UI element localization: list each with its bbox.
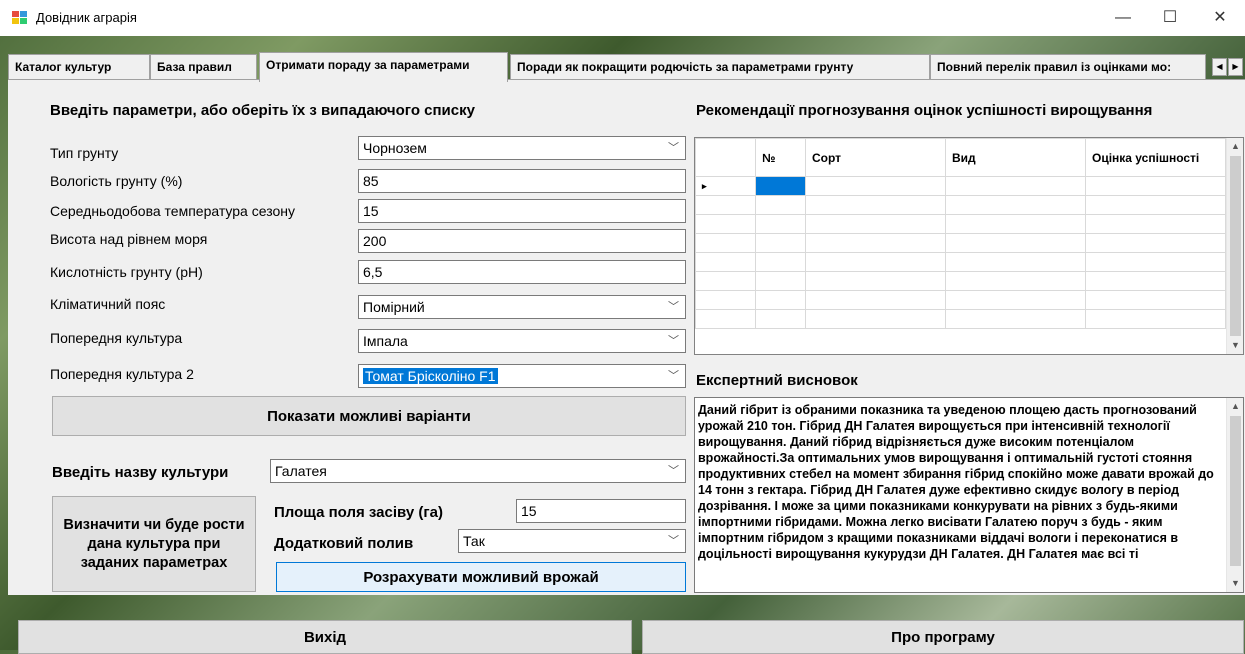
table-row[interactable] (695, 290, 1226, 310)
tab-get-advice[interactable]: Отримати пораду за параметрами (259, 52, 508, 82)
irrigation-select[interactable]: Так ﹀ (458, 529, 686, 553)
chevron-down-icon: ﹀ (668, 370, 679, 382)
table-row[interactable] (695, 271, 1226, 291)
previous-crop-label: Попередня культура (50, 330, 183, 346)
soil-type-select[interactable]: Чорнозем ﹀ (358, 136, 686, 160)
soil-type-label: Тип грунту (50, 145, 119, 161)
expert-conclusion-heading: Експертний висновок (696, 372, 858, 389)
tab-fertility-advice[interactable]: Поради як покращити родючість за парамет… (510, 54, 930, 80)
irrigation-label: Додатковий полив (274, 535, 414, 552)
grid-header-row: № Сорт Вид Оцінка успішності (695, 138, 1226, 177)
chevron-down-icon: ﹀ (668, 535, 679, 547)
culture-name-label: Введіть назву культури (52, 464, 229, 481)
tab-catalog[interactable]: Каталог культур (8, 54, 150, 80)
recommendations-grid[interactable]: № Сорт Вид Оцінка успішності ▸ ▲ ▼ (694, 137, 1244, 355)
column-header-number[interactable]: № (755, 138, 806, 177)
soil-moisture-input[interactable]: 85 (358, 169, 686, 193)
culture-name-select[interactable]: Галатея ﹀ (270, 459, 686, 483)
close-button[interactable]: ✕ (1200, 6, 1240, 30)
app-icon (12, 11, 28, 25)
table-row[interactable] (695, 309, 1226, 329)
about-button[interactable]: Про програму (642, 620, 1244, 654)
conclusion-scrollbar[interactable]: ▲ ▼ (1226, 398, 1243, 592)
previous-crop-2-select[interactable]: Томат Брісколіно F1 ﹀ (358, 364, 686, 388)
tab-scroll-left-icon[interactable]: ◀ (1212, 58, 1227, 76)
climate-zone-label: Кліматичний пояс (50, 296, 166, 312)
altitude-label: Висота над рівнем моря (50, 231, 208, 247)
grid-scrollbar[interactable]: ▲ ▼ (1226, 138, 1243, 354)
scroll-down-icon[interactable]: ▼ (1227, 575, 1243, 592)
recommendations-heading: Рекомендації прогнозування оцінок успішн… (696, 102, 1153, 119)
exit-button[interactable]: Вихід (18, 620, 632, 654)
avg-temperature-label: Середньодобова температура сезону (50, 203, 295, 219)
tab-full-rules[interactable]: Повний перелік правил із оцінками мо: (930, 54, 1206, 80)
calculate-yield-button[interactable]: Розрахувати можливий врожай (276, 562, 686, 592)
minimize-button[interactable]: — (1103, 6, 1143, 30)
tab-strip: Каталог культур База правил Отримати пор… (8, 52, 1245, 82)
row-pointer-icon: ▸ (695, 176, 756, 196)
column-header-success-score[interactable]: Оцінка успішності (1085, 138, 1226, 177)
chevron-down-icon: ﹀ (668, 142, 679, 154)
previous-crop-2-label: Попередня культура 2 (50, 366, 194, 382)
soil-acidity-input[interactable]: 6,5 (358, 260, 686, 284)
soil-moisture-label: Вологість грунту (%) (50, 173, 183, 189)
scrollbar-thumb[interactable] (1230, 156, 1241, 336)
scrollbar-thumb[interactable] (1230, 416, 1241, 566)
parameters-heading: Введіть параметри, або оберіть їх з випа… (50, 102, 475, 119)
chevron-down-icon: ﹀ (668, 335, 679, 347)
scroll-up-icon[interactable]: ▲ (1227, 398, 1243, 415)
column-header-type[interactable]: Вид (945, 138, 1086, 177)
climate-zone-select[interactable]: Помірний ﹀ (358, 295, 686, 319)
table-row[interactable] (695, 195, 1226, 215)
table-row[interactable] (695, 252, 1226, 272)
determine-growth-button[interactable]: Визначити чи буде рости дана культура пр… (52, 496, 256, 592)
table-row[interactable]: ▸ (695, 176, 1226, 196)
show-options-button[interactable]: Показати можливі варіанти (52, 396, 686, 436)
tab-rules[interactable]: База правил (150, 54, 257, 80)
field-area-input[interactable]: 15 (516, 499, 686, 523)
column-header-variety[interactable]: Сорт (805, 138, 946, 177)
avg-temperature-input[interactable]: 15 (358, 199, 686, 223)
table-row[interactable] (695, 214, 1226, 234)
title-bar: Довідник аграрія — ☐ ✕ (0, 0, 1245, 36)
table-row[interactable] (695, 233, 1226, 253)
soil-acidity-label: Кислотність грунту (pH) (50, 264, 203, 280)
field-area-label: Площа поля засіву (га) (274, 504, 443, 521)
chevron-down-icon: ﹀ (668, 301, 679, 313)
chevron-down-icon: ﹀ (668, 465, 679, 477)
scroll-down-icon[interactable]: ▼ (1227, 337, 1243, 354)
altitude-input[interactable]: 200 (358, 229, 686, 253)
window-title: Довідник аграрія (36, 10, 137, 25)
expert-conclusion-text[interactable]: Даний гібрит із обраними показника та ув… (694, 397, 1244, 593)
previous-crop-select[interactable]: Імпала ﹀ (358, 329, 686, 353)
tab-scroll-right-icon[interactable]: ▶ (1228, 58, 1243, 76)
scroll-up-icon[interactable]: ▲ (1227, 138, 1243, 155)
maximize-button[interactable]: ☐ (1150, 6, 1190, 30)
advice-panel: Введіть параметри, або оберіть їх з випа… (8, 79, 1245, 595)
